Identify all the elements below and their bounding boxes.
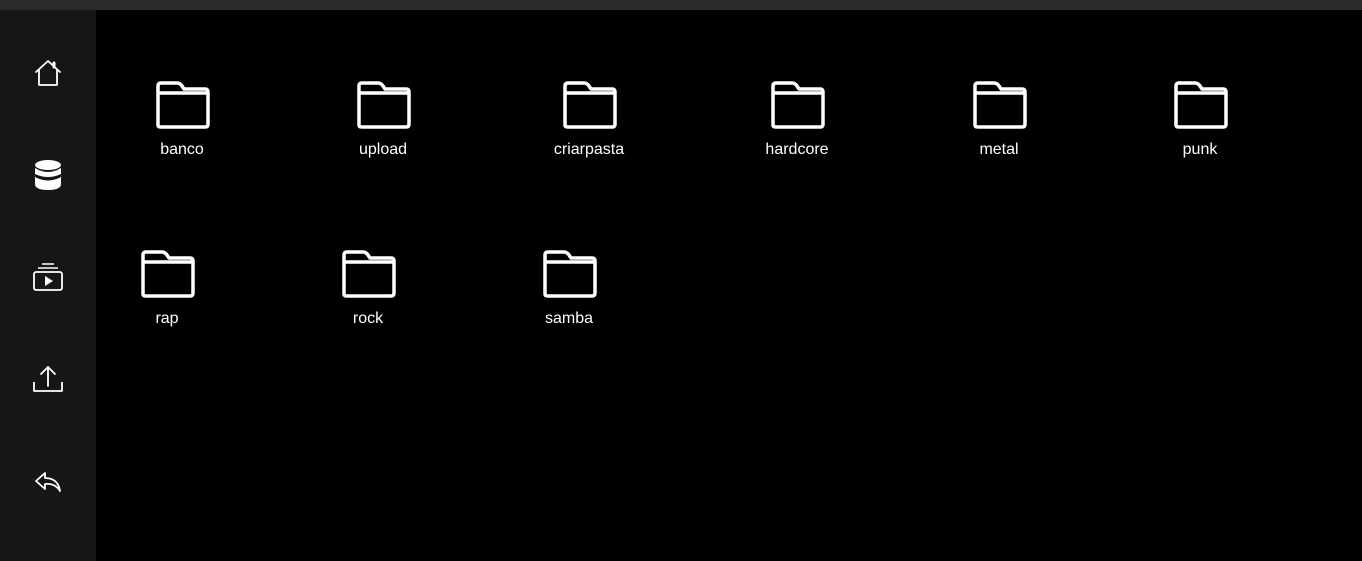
sidebar (0, 10, 96, 561)
folder-icon (543, 250, 597, 298)
folder-label: rap (155, 310, 179, 327)
back-reply-icon (35, 472, 61, 492)
folder-label: punk (1182, 141, 1218, 158)
home-icon (35, 60, 61, 86)
folder-icon (342, 250, 396, 298)
folder-icon (563, 81, 617, 129)
window-top-bar (0, 0, 1362, 10)
media-library-button[interactable] (20, 249, 76, 305)
folder-item[interactable]: rap (107, 249, 227, 339)
folder-item[interactable]: samba (509, 249, 629, 339)
folder-label: samba (544, 310, 594, 327)
folder-label: banco (160, 141, 204, 158)
upload-button[interactable] (20, 351, 76, 407)
folder-item[interactable]: metal (939, 80, 1059, 170)
back-button[interactable] (20, 454, 76, 510)
folder-icon (973, 81, 1027, 129)
folder-icon (141, 250, 195, 298)
folder-item[interactable]: upload (323, 80, 443, 170)
folder-item[interactable]: punk (1140, 80, 1260, 170)
database-button[interactable] (20, 147, 76, 203)
media-library-icon (33, 263, 63, 291)
folder-icon (771, 81, 825, 129)
folder-item[interactable]: hardcore (737, 80, 857, 170)
folder-item[interactable]: rock (308, 249, 428, 339)
folder-label: upload (358, 141, 408, 158)
folder-label: metal (979, 141, 1019, 158)
folder-grid: banco upload criarpasta hardcore metal p… (96, 10, 1362, 561)
folder-icon (1174, 81, 1228, 129)
folder-label: rock (352, 310, 384, 327)
folder-icon (357, 81, 411, 129)
folder-label: hardcore (765, 141, 829, 158)
database-icon (35, 160, 61, 190)
folder-label: criarpasta (553, 141, 625, 158)
folder-item[interactable]: banco (122, 80, 242, 170)
home-button[interactable] (20, 45, 76, 101)
upload-icon (33, 366, 63, 392)
folder-icon (156, 81, 210, 129)
folder-item[interactable]: criarpasta (529, 80, 649, 170)
